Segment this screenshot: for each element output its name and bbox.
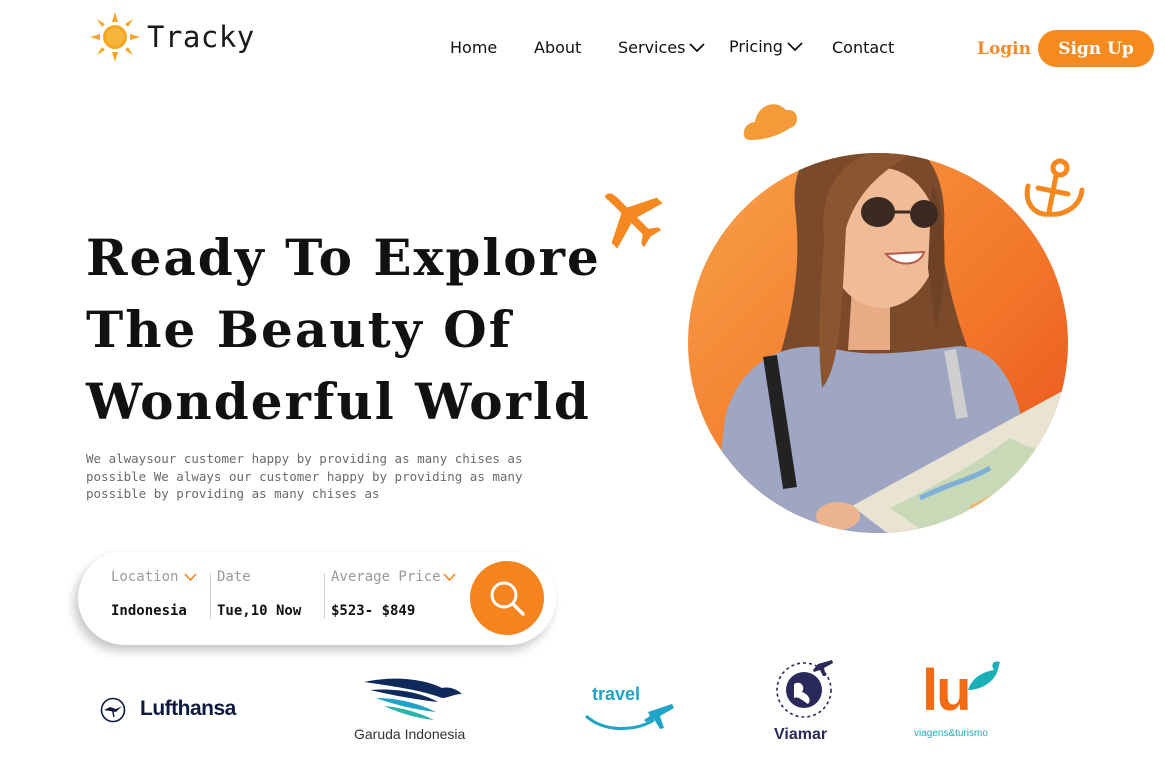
sun-icon [90,12,140,62]
partner-name: Viamar [774,726,828,743]
partner-name: Lufthansa [140,697,236,720]
hero-title-line: The Beauty Of [86,300,513,359]
anchor-icon [1024,158,1085,217]
nav-pricing[interactable]: Pricing [729,37,803,56]
signup-button[interactable]: Sign Up [1038,30,1154,67]
nav-home-label: Home [450,38,498,57]
crane-icon [100,697,126,723]
nav-services-label: Services [618,38,686,57]
search-card: Location Indonesia Date Tue,10 Now Avera… [78,551,556,645]
price-field[interactable]: Average Price $523- $849 [331,551,465,645]
partner-logo-lufthansa[interactable]: Lufthansa [100,696,250,726]
location-label: Location [111,569,198,585]
partner-logo-lu[interactable]: lu viagens&turismo [912,658,1004,742]
price-label: Average Price [331,569,456,585]
chevron-down-icon[interactable] [442,572,456,582]
location-label-text: Location [111,569,179,585]
partner-logo-travel[interactable]: travel [584,684,676,736]
nav-contact-label: Contact [832,38,895,57]
garuda-bird-icon [364,678,462,720]
nav-about[interactable]: About [534,38,581,57]
nav-contact[interactable]: Contact [832,38,894,57]
nav-pricing-label: Pricing [729,37,783,56]
brand-name: Tracky [147,20,255,54]
chevron-down-icon [689,42,706,52]
login-link[interactable]: Login [977,39,1031,59]
airplane-icon [585,704,674,731]
location-value: Indonesia [111,603,187,619]
hero-description: We alwaysour customer happy by providing… [86,451,523,501]
globe-icon [776,660,833,718]
search-icon [490,581,525,616]
chevron-down-icon[interactable] [184,572,198,582]
date-field[interactable]: Date Tue,10 Now [217,551,317,645]
date-value: Tue,10 Now [217,603,302,619]
cloud-icon [743,104,798,140]
nav-services[interactable]: Services [618,38,706,57]
partner-caption: viagens&turismo [914,728,988,739]
hero-title: Ready To Explore The Beauty Of Wonderful… [86,222,601,438]
bird-icon [968,661,1000,690]
nav-about-label: About [534,38,582,57]
hero-title-line: Wonderful World [86,372,591,431]
partner-logo-garuda[interactable]: Garuda Indonesia [352,676,472,744]
partner-logo-viamar[interactable]: Viamar [770,656,840,744]
field-divider [324,573,325,619]
price-label-text: Average Price [331,569,441,585]
airplane-icon [605,193,663,249]
price-value: $523- $849 [331,603,416,619]
hero-illustration [605,104,1085,533]
search-button[interactable] [470,561,544,635]
nav-home[interactable]: Home [450,38,497,57]
partner-name: Garuda Indonesia [354,726,466,742]
brand-logo[interactable]: Tracky [90,12,255,62]
field-divider [210,573,211,619]
date-label: Date [217,569,251,585]
hero-title-line: Ready To Explore [86,228,601,287]
location-field[interactable]: Location Indonesia [111,551,211,645]
chevron-down-icon [787,41,803,51]
